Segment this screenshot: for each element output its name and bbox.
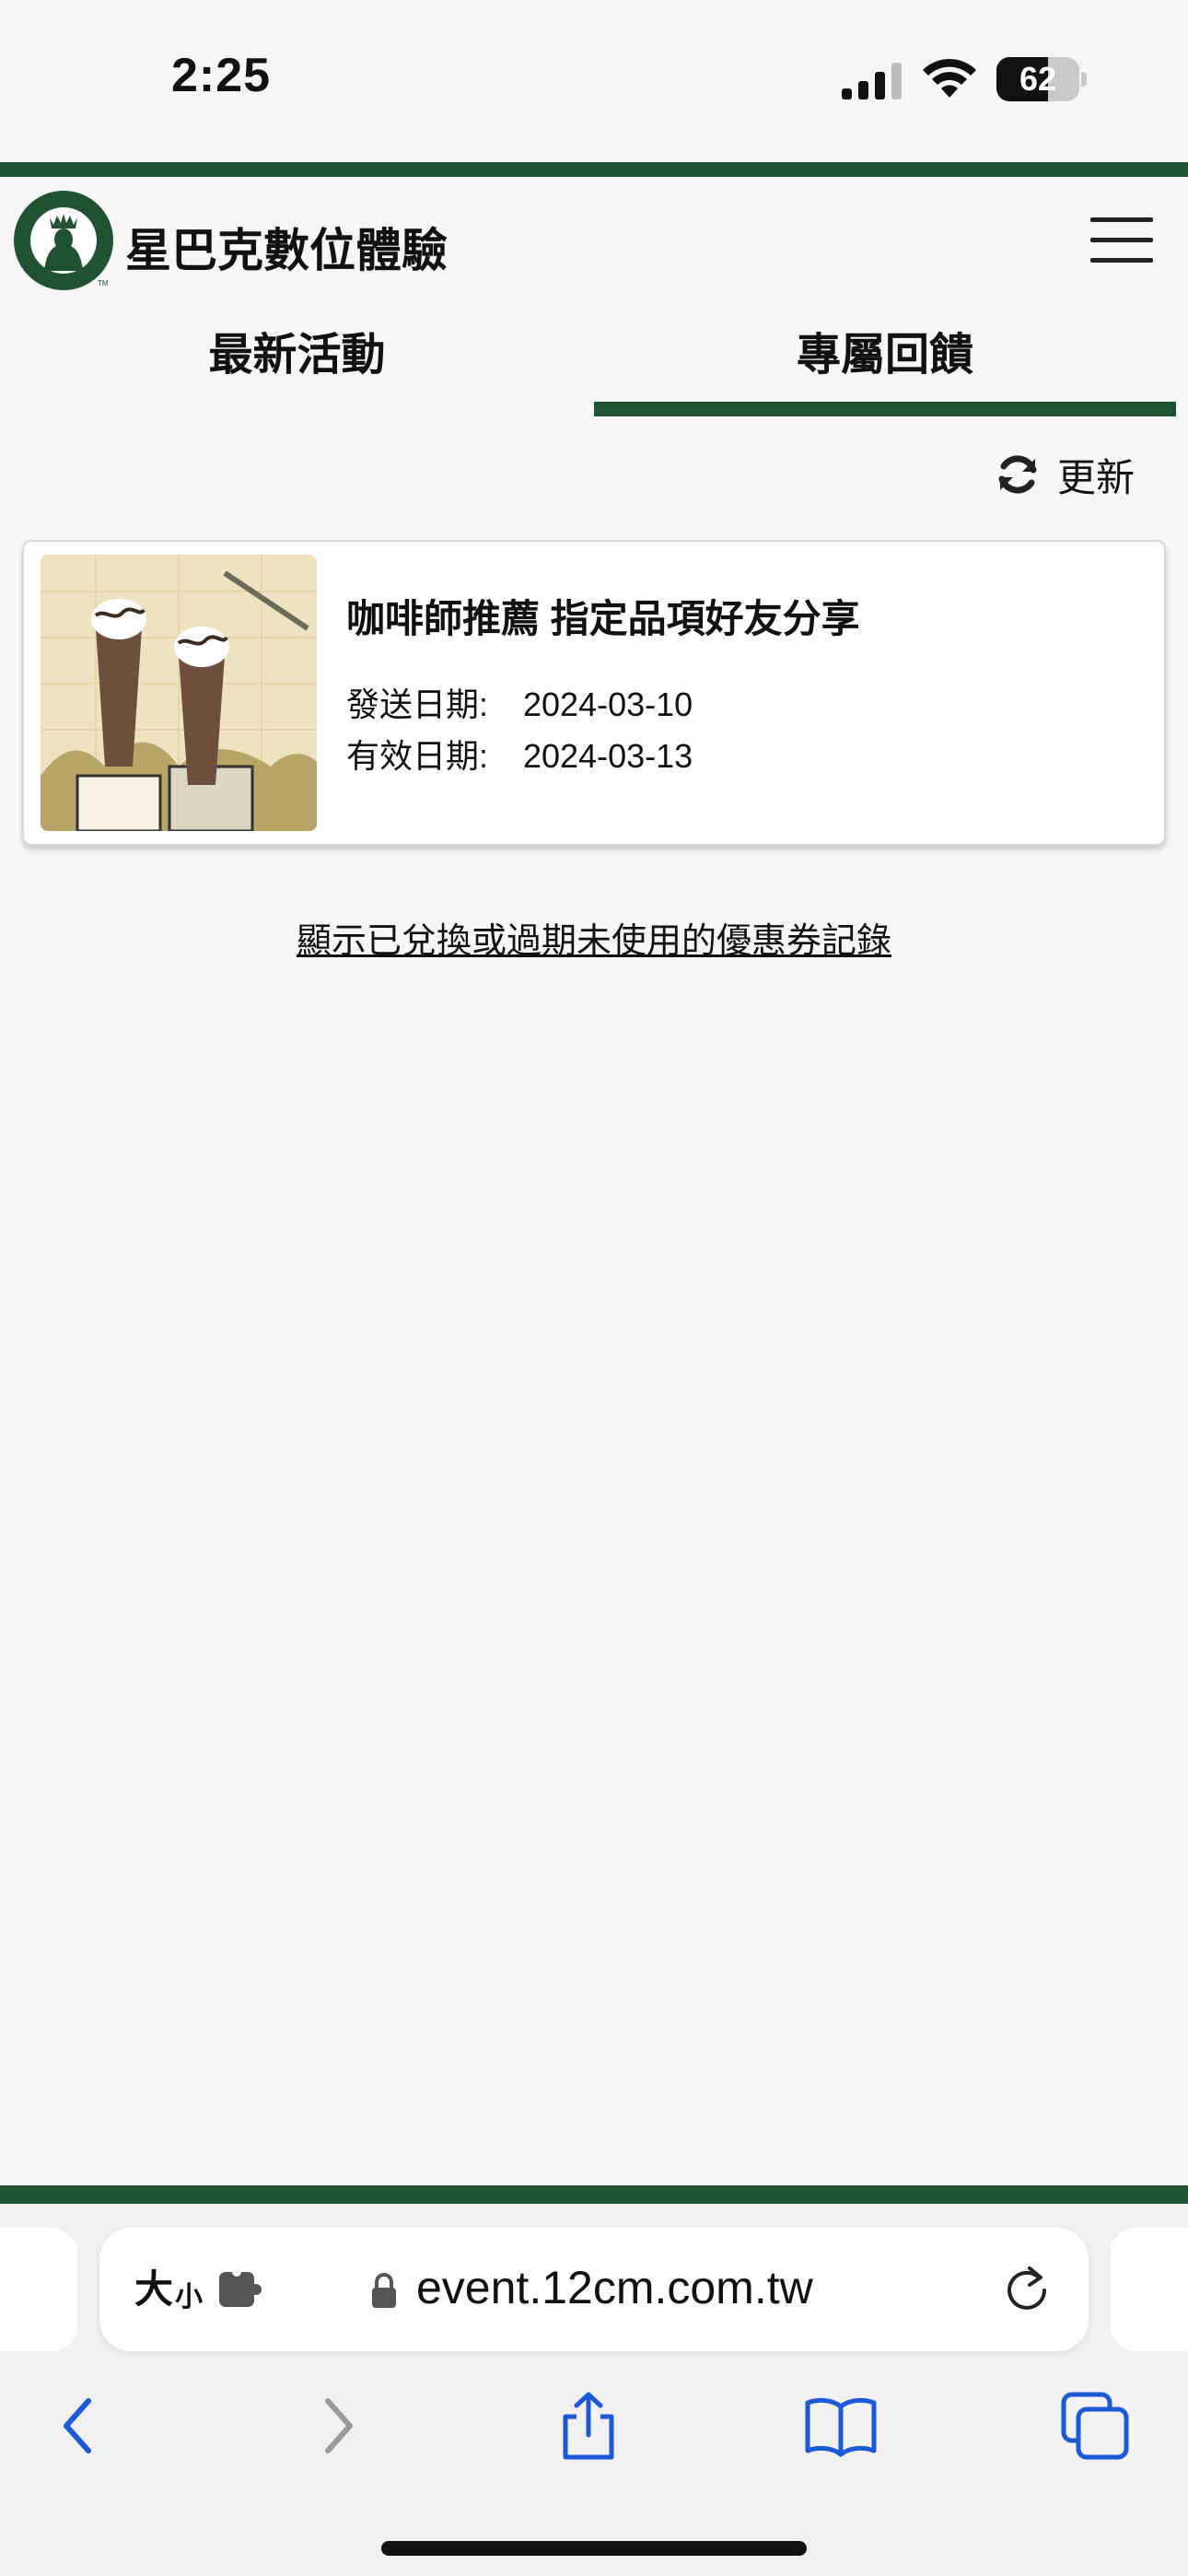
valid-date-label: 有效日期: [346,737,489,775]
back-icon[interactable] [37,2384,120,2467]
coupon-thumbnail [41,555,317,831]
browser-toolbar [0,2375,1188,2476]
previous-tab-pill[interactable] [0,2228,77,2351]
starbucks-logo[interactable]: TM [13,190,114,291]
coupon-title: 咖啡師推薦 指定品項好友分享 [346,597,860,640]
tab-bar: 最新活動 專屬回饋 [0,310,1188,420]
text-size-button[interactable]: 大 小 [134,2263,203,2314]
next-tab-pill[interactable] [1111,2228,1188,2351]
battery-icon: 62 [996,57,1087,101]
refresh-icon [998,455,1037,494]
svg-text:TM: TM [98,279,109,287]
battery-tip [1081,72,1087,87]
share-icon[interactable] [547,2384,630,2467]
text-size-small: 小 [175,2282,204,2313]
tab-latest-events[interactable]: 最新活動 [0,310,594,411]
url-text: event.12cm.com.tw [416,2262,813,2313]
lock-icon [372,2273,396,2308]
bookmarks-icon[interactable] [799,2384,882,2467]
address-bar[interactable]: 大 小 event.12cm.com.tw [99,2228,1089,2351]
site-title: 星巴克數位體驗 [125,225,448,276]
valid-date-row: 有效日期: 2024-03-13 [346,730,693,778]
coupon-history-link[interactable]: 顯示已兌換或過期未使用的優惠券記錄 [0,912,1188,963]
browser-chrome: 大 小 event.12cm.com.tw [0,2204,1188,2576]
wifi-icon [923,58,976,98]
header-stripe [0,162,1188,177]
cellular-signal-icon [842,63,902,100]
battery-body: 62 [996,57,1079,101]
reload-icon[interactable] [1002,2265,1052,2314]
hamburger-menu-icon[interactable] [1090,214,1157,265]
status-time: 2:25 [171,49,272,102]
extension-icon[interactable] [217,2268,263,2311]
coupon-card[interactable]: 咖啡師推薦 指定品項好友分享 發送日期: 2024-03-10 有效日期: 2024… [22,540,1166,846]
status-bar: 2:25 62 [0,0,1188,162]
sent-date-row: 發送日期: 2024-03-10 [346,678,693,726]
active-tab-indicator [594,402,1176,416]
tab-exclusive-rewards[interactable]: 專屬回饋 [594,310,1176,411]
tabs-icon[interactable] [1054,2384,1136,2467]
refresh-label: 更新 [1057,455,1136,499]
sent-date-value: 2024-03-10 [523,685,693,723]
sent-date-label: 發送日期: [346,685,489,723]
refresh-button[interactable]: 更新 [995,442,1135,507]
forward-icon[interactable] [297,2384,379,2467]
site-header: TM 星巴克數位體驗 [0,177,1188,306]
valid-date-value: 2024-03-13 [523,737,693,775]
battery-level: 62 [1019,60,1057,98]
footer-stripe [0,2185,1188,2204]
page: 2:25 62 TM 星巴克數位體驗 最新活動 專屬回饋 更新 咖啡師推薦 指定… [0,0,1188,2576]
home-indicator [381,2541,807,2556]
text-size-big: 大 [134,2267,174,2311]
